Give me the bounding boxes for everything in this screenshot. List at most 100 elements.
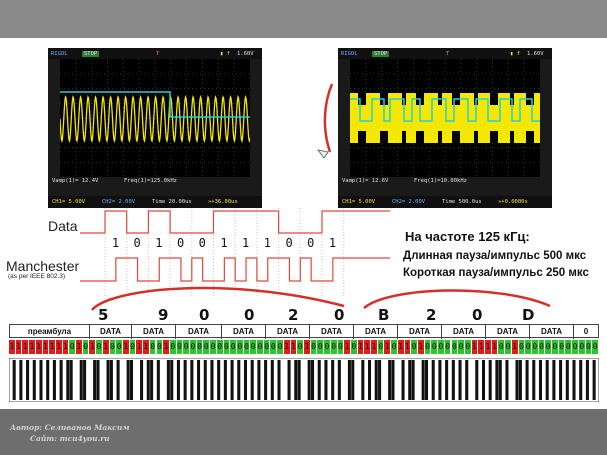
data-cell: DATA bbox=[132, 325, 176, 339]
preamble-cell: преамбула bbox=[10, 325, 90, 339]
frame-bit: 1 bbox=[485, 340, 492, 354]
barcode-strip bbox=[9, 358, 599, 402]
author-credit: Автор: Селиванов Максим bbox=[10, 423, 130, 432]
barcode-bar bbox=[250, 360, 254, 400]
barcode-bar bbox=[183, 360, 187, 400]
frame-bit: 1 bbox=[122, 340, 130, 354]
frame-bit: 1 bbox=[478, 340, 486, 354]
frame-bit: 0 bbox=[444, 340, 452, 354]
end-bit-cell: 0 bbox=[583, 327, 589, 336]
data-cell: DATA bbox=[90, 325, 132, 339]
hex-digit: D bbox=[522, 306, 535, 324]
barcode-bar bbox=[106, 360, 110, 400]
frame-bits: 1111111110101010010110010000000000000000… bbox=[9, 340, 599, 354]
frame-bit: 0 bbox=[424, 340, 432, 354]
frame-bit: 1 bbox=[55, 340, 63, 354]
frame-bit: 1 bbox=[417, 340, 425, 354]
barcode-bar bbox=[243, 360, 248, 400]
frame-bit: 0 bbox=[578, 340, 586, 354]
frame-bit: 0 bbox=[310, 340, 318, 354]
frame-bit: 0 bbox=[498, 340, 506, 354]
frame-bit: 0 bbox=[250, 340, 258, 354]
frame-bit: 1 bbox=[384, 340, 392, 354]
data-cell: DATA bbox=[266, 325, 310, 339]
frame-bit: 0 bbox=[505, 340, 512, 354]
barcode-bar bbox=[424, 360, 429, 400]
barcode-bar bbox=[12, 360, 16, 400]
barcode-bar bbox=[190, 360, 194, 400]
barcode-bar bbox=[140, 360, 144, 400]
barcode-bar bbox=[421, 360, 425, 400]
hex-digit: 5 bbox=[98, 306, 109, 324]
frame-bit: 1 bbox=[143, 340, 150, 354]
barcode-bar bbox=[297, 360, 301, 400]
barcode-bar bbox=[545, 360, 549, 400]
barcode-bar bbox=[129, 360, 134, 400]
frame-bit: 0 bbox=[156, 340, 164, 354]
barcode-bar bbox=[39, 360, 43, 400]
barcode-bar bbox=[559, 360, 563, 400]
hex-digit: 2 bbox=[426, 306, 437, 324]
barcode-bar bbox=[481, 360, 486, 400]
frame-bit: 0 bbox=[592, 340, 599, 354]
barcode-bar bbox=[475, 360, 479, 400]
frame-bit: 0 bbox=[350, 340, 358, 354]
frame-bit: 1 bbox=[290, 340, 298, 354]
frame-bit: 1 bbox=[404, 340, 412, 354]
barcode-bar bbox=[579, 360, 583, 400]
barcode-bar bbox=[374, 360, 378, 400]
frame-bit: 0 bbox=[183, 340, 191, 354]
barcode-bar bbox=[438, 360, 442, 400]
barcode-bar bbox=[264, 360, 268, 400]
frame-bit: 0 bbox=[337, 340, 345, 354]
barcode-bar bbox=[388, 360, 392, 400]
top-bar bbox=[0, 0, 607, 38]
barcode-bar bbox=[391, 360, 395, 400]
frame-bit: 0 bbox=[196, 340, 204, 354]
hex-digit: 0 bbox=[334, 306, 345, 324]
frame-bit: 1 bbox=[76, 340, 83, 354]
frame-bit: 0 bbox=[545, 340, 553, 354]
data-cell: DATA bbox=[310, 325, 354, 339]
frame-bit: 0 bbox=[210, 340, 217, 354]
frame-bit: 1 bbox=[42, 340, 50, 354]
frame-bit: 0 bbox=[431, 340, 439, 354]
frame-bit: 1 bbox=[511, 340, 519, 354]
frame-bit: 0 bbox=[464, 340, 472, 354]
frame-bit: 1 bbox=[49, 340, 56, 354]
barcode-bar bbox=[317, 360, 321, 400]
frame-bit: 1 bbox=[344, 340, 351, 354]
barcode-bar bbox=[109, 360, 113, 400]
site-credit: Сайт: mcu4you.ru bbox=[30, 434, 110, 443]
barcode-bar bbox=[465, 360, 469, 400]
data-cell: DATA bbox=[176, 325, 222, 339]
barcode-bar bbox=[505, 360, 509, 400]
frame-bit: 1 bbox=[364, 340, 372, 354]
hex-digit: 0 bbox=[244, 306, 255, 324]
barcode-bar bbox=[411, 360, 415, 400]
barcode-bar bbox=[26, 360, 30, 400]
barcode-bar bbox=[32, 360, 36, 400]
frame-bit: 1 bbox=[29, 340, 36, 354]
frame-bit: 0 bbox=[377, 340, 385, 354]
barcode-bar bbox=[210, 360, 214, 400]
barcode-bar bbox=[585, 360, 589, 400]
barcode-bar bbox=[458, 360, 462, 400]
frame-bit: 0 bbox=[317, 340, 325, 354]
frame-bit: 0 bbox=[458, 340, 465, 354]
hex-digit: 0 bbox=[472, 306, 483, 324]
barcode-bar bbox=[431, 360, 435, 400]
frame-bit: 1 bbox=[9, 340, 16, 354]
frame-bit: 1 bbox=[304, 340, 311, 354]
barcode-bar bbox=[565, 360, 569, 400]
barcode-bar bbox=[347, 360, 351, 400]
barcode-bar bbox=[532, 360, 536, 400]
frame-bit: 1 bbox=[89, 340, 97, 354]
barcode-bar bbox=[311, 360, 315, 400]
barcode-bar bbox=[197, 360, 201, 400]
hex-digits: 5 9 0 0 2 0 B 2 0 D bbox=[0, 306, 607, 326]
frame-bit: 1 bbox=[163, 340, 170, 354]
frame-bit: 1 bbox=[102, 340, 110, 354]
barcode-bar bbox=[96, 360, 100, 400]
frame-bit: 0 bbox=[236, 340, 244, 354]
